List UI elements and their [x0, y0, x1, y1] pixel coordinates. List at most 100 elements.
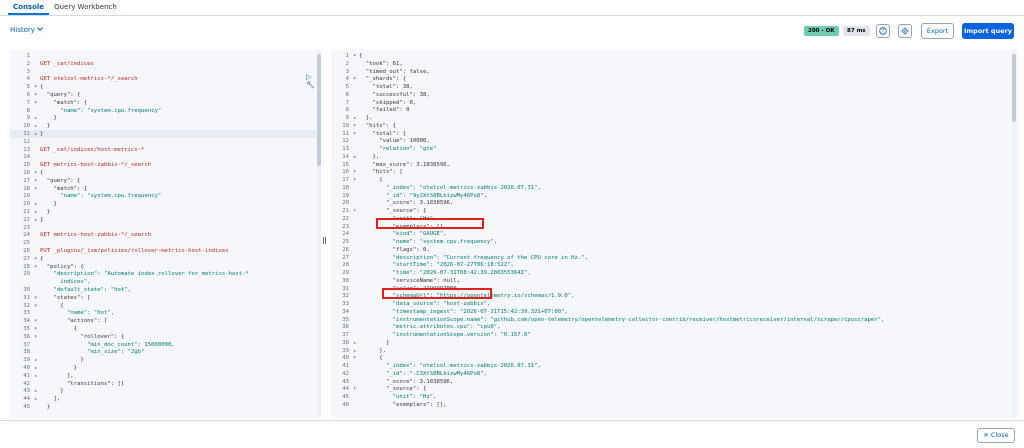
- response-scrollbar-thumb[interactable]: [1012, 54, 1016, 122]
- line-text: },: [359, 347, 386, 354]
- line-text: "policy": {: [40, 263, 84, 270]
- code-line: 40 ▴ }: [10, 364, 316, 372]
- line-text: "_shards": {: [359, 76, 407, 83]
- line-number: 27: [23, 255, 30, 262]
- code-line: 27 ▾{: [10, 255, 316, 263]
- line-text: "took": 61,: [359, 60, 403, 67]
- line-text: "relation": "gte": [359, 146, 437, 152]
- line-text: "exemplars": [],: [359, 401, 447, 408]
- line-text: "name": "system.cpu.frequency": [40, 107, 162, 114]
- line-number: 10: [23, 123, 30, 130]
- code-line: 32 ▾ {: [10, 302, 316, 310]
- line-text: }: [40, 216, 44, 223]
- line-number: 30: [23, 287, 30, 293]
- code-line: 21 ▴ }: [10, 208, 316, 216]
- line-text: indices",: [40, 279, 91, 286]
- console-toolbar: History 200 - OK 87 ms ? Export Import q…: [0, 16, 1024, 46]
- import-query-button[interactable]: Import query: [962, 23, 1014, 39]
- highlight-value-box: [382, 288, 492, 299]
- line-text: }: [40, 357, 84, 364]
- line-text: GET metrics-host-zabbix-*/_search: [40, 162, 152, 169]
- panel-resize-handle[interactable]: [323, 229, 328, 244]
- line-number: 6: [26, 92, 30, 98]
- response-time-badge: 87 ms: [843, 26, 870, 36]
- code-line: 23: [10, 224, 316, 232]
- code-line: 31 ▾ "states": [: [10, 294, 316, 302]
- line-number: 11: [23, 131, 30, 137]
- tab-query-workbench[interactable]: Query Workbench: [49, 0, 122, 15]
- code-line: 11 ▴}: [10, 130, 316, 138]
- line-text: }: [40, 201, 57, 208]
- line-number: 15: [23, 162, 30, 169]
- line-text: "description": "Automate index rollover …: [40, 271, 249, 278]
- line-number: 18: [23, 185, 30, 192]
- line-text: {: [40, 170, 44, 176]
- line-text: "failed": 0: [359, 107, 410, 114]
- line-text: },: [359, 115, 373, 121]
- tab-console[interactable]: Console: [8, 0, 50, 15]
- line-text: GET metrics-host-zabbix-*/_search: [40, 232, 152, 239]
- code-line: 8 "name": "system.cpu.frequency": [10, 107, 316, 115]
- line-text: "serviceName": null,: [359, 277, 461, 284]
- code-line: 39 ▴ }: [10, 356, 316, 364]
- wrench-icon[interactable]: 🔧: [306, 81, 315, 89]
- settings-button[interactable]: [898, 24, 912, 38]
- history-button[interactable]: History: [10, 25, 43, 34]
- code-line: 44 ▴ ],: [10, 395, 316, 403]
- line-number: 26: [23, 248, 30, 254]
- close-button[interactable]: ✕ Close: [977, 428, 1015, 443]
- svg-text:?: ?: [882, 29, 885, 35]
- line-text: "states": [: [40, 294, 91, 301]
- code-line: 43 ▴ }: [10, 387, 316, 395]
- line-text: "flags": 0,: [359, 246, 430, 253]
- request-scrollbar-thumb[interactable]: [317, 54, 321, 166]
- request-scrollbar[interactable]: [317, 50, 321, 418]
- line-text: "default_state": "hot",: [40, 287, 131, 293]
- export-button[interactable]: Export: [921, 23, 954, 39]
- line-number: 19: [23, 193, 30, 200]
- line-text: {: [359, 53, 363, 59]
- line-text: PUT _plugins/_ism/policies/rollover-metr…: [40, 248, 229, 254]
- line-text: {: [359, 177, 383, 183]
- code-line: 17 ▾ "query": {: [10, 177, 316, 185]
- code-line: 35 ▾ {: [10, 325, 316, 333]
- line-text: "actions": [: [40, 318, 108, 325]
- code-line: 12: [10, 138, 316, 146]
- bottom-bar: ✕ Close: [0, 420, 1024, 448]
- line-text: "time": "2026-07-31T08:42:39.280355364Z"…: [359, 270, 531, 276]
- code-line: 7 ▾ "match": {: [10, 99, 316, 107]
- code-line: 28 ▾ "policy": {: [10, 263, 316, 271]
- code-line: 13 GET _cat/indices/host-metrics-*: [10, 146, 316, 154]
- line-number: 43: [23, 388, 30, 395]
- response-scrollbar[interactable]: [1012, 50, 1016, 418]
- line-number: 31: [23, 294, 30, 301]
- code-line: 38 "min_size": "2gb": [10, 348, 316, 356]
- line-text: "kind": "GAUGE",: [359, 231, 447, 238]
- line-text: }: [40, 365, 78, 371]
- run-icon[interactable]: ▷: [306, 73, 311, 81]
- request-editor[interactable]: 1 2 GET _cat/indices 3 4 GET otelcol-metrics-…: [10, 50, 321, 418]
- line-number: 20: [23, 201, 30, 208]
- line-number: 22: [23, 216, 30, 223]
- line-number: 23: [23, 224, 30, 231]
- line-text: "_source": {: [359, 386, 427, 393]
- chevron-down-icon: [37, 25, 43, 31]
- code-line: 20 ▴ }: [10, 200, 316, 208]
- code-line: 33 "name": "hot",: [10, 309, 316, 317]
- settings-gear-icon: [901, 27, 909, 35]
- code-line: 6 ▾ "query": {: [10, 91, 316, 99]
- code-line: 37 "min_doc_count": 15000000,: [10, 341, 316, 349]
- help-button[interactable]: ?: [876, 24, 890, 38]
- line-number: 21: [23, 209, 30, 215]
- line-number: 8: [26, 107, 30, 114]
- line-number: 4: [26, 76, 30, 83]
- line-text: }: [40, 123, 51, 130]
- code-line: 30 "default_state": "hot",: [10, 286, 316, 294]
- line-number: 38: [23, 349, 30, 356]
- line-text: "metric.attributes.cpu": "cpu0",: [359, 324, 501, 331]
- line-text: {: [40, 302, 64, 309]
- line-text: "_id": "9yJXtS8BLkizwMy46Po8",: [359, 192, 487, 199]
- line-number: 7: [26, 99, 30, 106]
- code-line: 46 "exemplars": [],: [331, 401, 1011, 409]
- line-text: "_score": 3.1838596,: [359, 200, 454, 207]
